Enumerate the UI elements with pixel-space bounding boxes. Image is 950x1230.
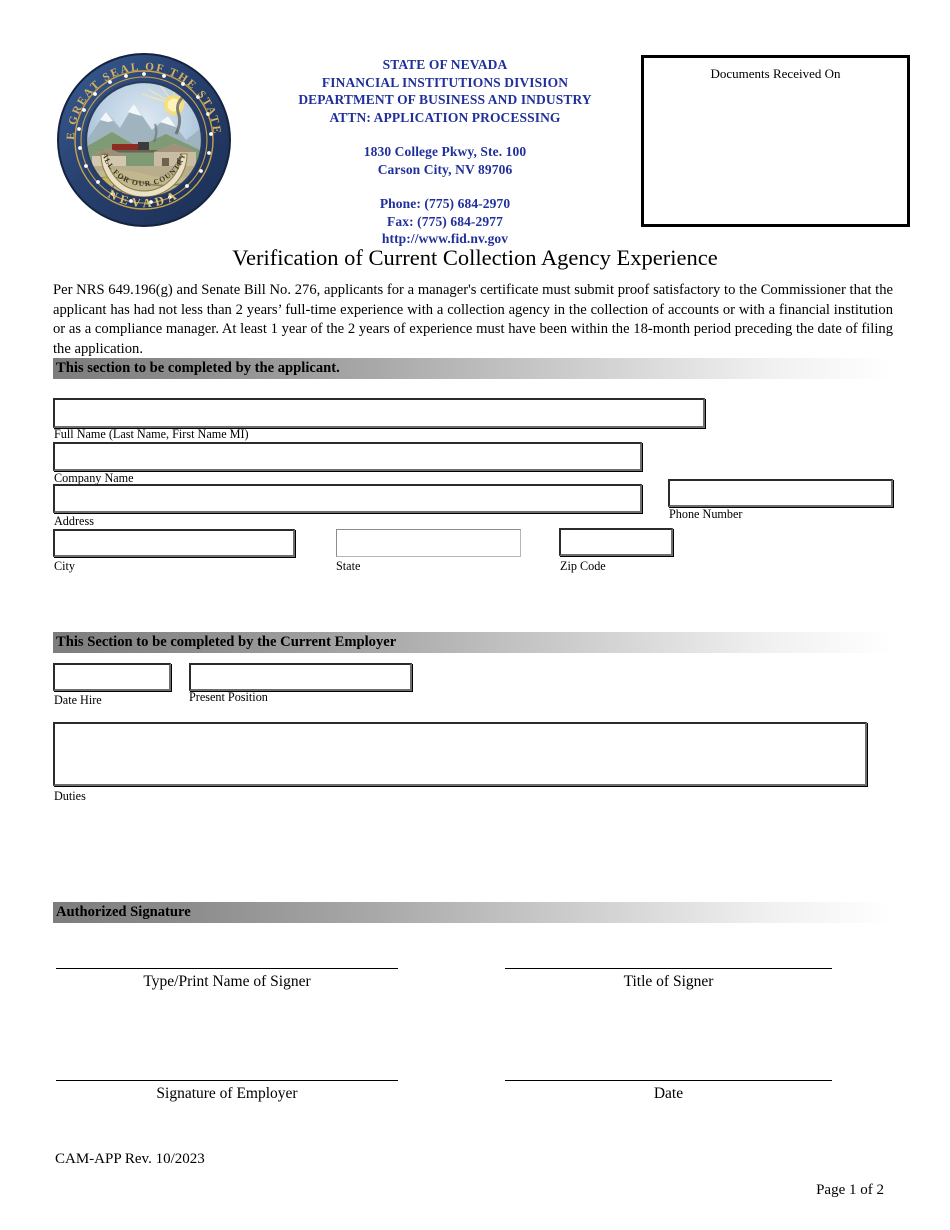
city-label: City xyxy=(54,559,75,573)
address-label: Address xyxy=(54,514,94,528)
documents-received-label: Documents Received On xyxy=(710,66,841,81)
document-page: THE GREAT SEAL OF THE STATE OF NEVADA xyxy=(0,0,950,1230)
nevada-state-seal: THE GREAT SEAL OF THE STATE OF NEVADA xyxy=(56,52,232,228)
title-of-signer-line[interactable] xyxy=(505,968,832,969)
signature-of-employer-line[interactable] xyxy=(56,1080,398,1081)
city-input[interactable] xyxy=(53,529,295,557)
applicant-section-label: This section to be completed by the appl… xyxy=(56,360,340,376)
present-position-input[interactable] xyxy=(189,663,412,691)
signature-section-label: Authorized Signature xyxy=(56,904,191,920)
phone-number-label: Phone Number xyxy=(669,507,743,521)
date-hire-label: Date Hire xyxy=(54,693,102,707)
date-line[interactable] xyxy=(505,1080,832,1081)
agency-line-3: DEPARTMENT OF BUSINESS AND INDUSTRY xyxy=(298,92,592,107)
applicant-section-bar: This section to be completed by the appl… xyxy=(53,358,893,379)
duties-textarea[interactable] xyxy=(53,722,867,786)
state-input[interactable] xyxy=(336,529,521,557)
intro-paragraph: Per NRS 649.196(g) and Senate Bill No. 2… xyxy=(53,282,893,357)
type-print-name-of-signer-caption: Type/Print Name of Signer xyxy=(143,973,311,990)
full-name-label: Full Name (Last Name, First Name MI) xyxy=(54,427,249,441)
title-of-signer-caption: Title of Signer xyxy=(623,973,714,990)
agency-address-block: STATE OF NEVADA FINANCIAL INSTITUTIONS D… xyxy=(285,56,605,248)
employer-section-label: This Section to be completed by the Curr… xyxy=(56,634,397,650)
signature-section-bar: Authorized Signature xyxy=(53,902,893,923)
date-hire-input[interactable] xyxy=(53,663,171,691)
zip-code-label: Zip Code xyxy=(560,559,606,573)
zip-code-input[interactable] xyxy=(559,528,673,556)
signature-of-employer-caption: Signature of Employer xyxy=(156,1085,298,1102)
agency-address-line-2: Carson City, NV 89706 xyxy=(377,161,513,177)
agency-line-2: FINANCIAL INSTITUTIONS DIVISION xyxy=(321,74,569,90)
date-caption: Date xyxy=(653,1085,684,1102)
employer-section-bar: This Section to be completed by the Curr… xyxy=(53,632,893,653)
company-name-input[interactable] xyxy=(53,442,642,471)
revision-code: CAM-APP Rev. 10/2023 xyxy=(55,1151,205,1167)
page-title: Verification of Current Collection Agenc… xyxy=(232,245,718,270)
agency-line-1: STATE OF NEVADA xyxy=(382,57,508,72)
agency-line-4: ATTN: APPLICATION PROCESSING xyxy=(329,109,561,125)
page-number: Page 1 of 2 xyxy=(816,1182,884,1198)
duties-label: Duties xyxy=(54,789,86,803)
agency-phone: Phone: (775) 684-2970 xyxy=(379,196,511,211)
full-name-input[interactable] xyxy=(53,398,705,428)
phone-number-input[interactable] xyxy=(668,479,893,507)
state-label: State xyxy=(336,559,361,573)
documents-received-box[interactable]: Documents Received On xyxy=(641,55,910,227)
agency-fax: Fax: (775) 684-2977 xyxy=(387,213,503,229)
present-position-label: Present Position xyxy=(189,690,268,704)
agency-address-line-1: 1830 College Pkwy, Ste. 100 xyxy=(363,144,527,159)
address-input[interactable] xyxy=(53,484,642,513)
type-print-name-of-signer-line[interactable] xyxy=(56,968,398,969)
